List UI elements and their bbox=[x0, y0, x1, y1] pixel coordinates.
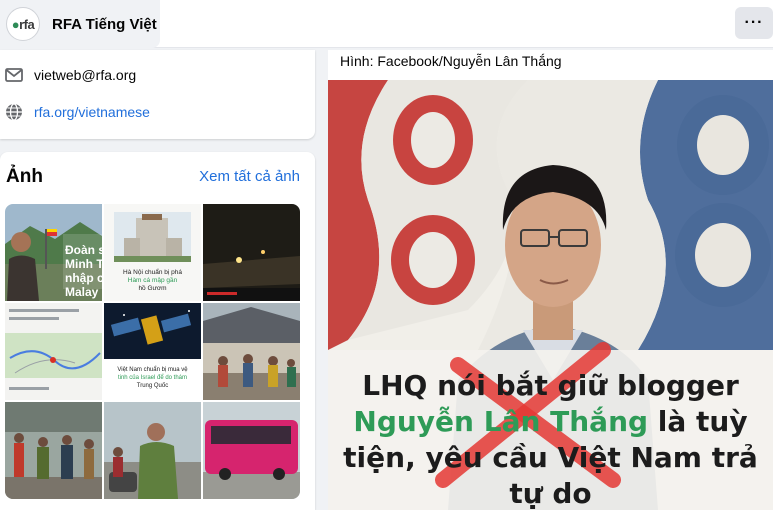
tile-5-caption-3: Trung Quốc bbox=[137, 383, 168, 389]
tile-1-caption-4: Malay bbox=[65, 285, 99, 299]
tile-5-caption-1: Việt Nam chuẩn bị mua vệ bbox=[117, 366, 188, 373]
headline-line-2: Nguyễn Lân Thắng là tuỳ bbox=[328, 404, 773, 440]
post-headline: LHQ nói bắt giữ blogger Nguyễn Lân Thắng… bbox=[328, 368, 773, 510]
post-area: Hình: Facebook/Nguyễn Lân Thắng LHQ nói … bbox=[328, 50, 773, 510]
photo-tile-6[interactable] bbox=[203, 303, 300, 400]
headline-line-2-rest: là tuỳ bbox=[648, 405, 748, 438]
photo-tile-7[interactable] bbox=[5, 402, 102, 499]
tile-2-caption-1: Hà Nội chuẩn bị phá bbox=[123, 268, 182, 276]
tile-1-caption-2: Minh T bbox=[65, 257, 102, 271]
page-name: RFA Tiếng Việt bbox=[52, 15, 157, 33]
tile-2-caption-2: Hàm cá mập gần bbox=[128, 275, 178, 284]
post-image[interactable]: LHQ nói bắt giữ blogger Nguyễn Lân Thắng… bbox=[328, 80, 773, 510]
email-row[interactable]: vietweb@rfa.org bbox=[5, 66, 136, 84]
photos-title: Ảnh bbox=[6, 166, 43, 187]
globe-icon bbox=[5, 103, 23, 121]
email-text: vietweb@rfa.org bbox=[34, 67, 137, 83]
headline-blogger-name: Nguyễn Lân Thắng bbox=[353, 405, 649, 438]
tile-1-caption-1: Đoàn s bbox=[65, 243, 102, 257]
page-header-chip[interactable]: ● rfa RFA Tiếng Việt bbox=[0, 0, 160, 48]
photo-tile-2[interactable]: Hà Nội chuẩn bị phá Hàm cá mập gần hồ Gư… bbox=[104, 204, 201, 301]
photo-grid: Đoàn s Minh T nhập c Malay Hà Nội chuẩn … bbox=[5, 204, 300, 499]
headline-line-1: LHQ nói bắt giữ blogger bbox=[362, 369, 739, 402]
intro-card: vietweb@rfa.org rfa.org/vietnamese bbox=[0, 50, 315, 139]
headline-line-4: tự do bbox=[509, 477, 592, 510]
logo-text: rfa bbox=[19, 16, 35, 32]
mail-icon bbox=[5, 66, 23, 84]
post-caption: Hình: Facebook/Nguyễn Lân Thắng bbox=[340, 53, 562, 69]
headline-line-3: tiện, yêu cầu Việt Nam trả bbox=[343, 441, 758, 474]
top-bar: ● rfa RFA Tiếng Việt ··· bbox=[0, 0, 773, 48]
photos-card: Ảnh Xem tất cả ảnh Đoàn s Minh T nhập c … bbox=[0, 152, 315, 510]
photo-tile-9[interactable] bbox=[203, 402, 300, 499]
website-link[interactable]: rfa.org/vietnamese bbox=[34, 104, 150, 120]
photo-tile-3[interactable] bbox=[203, 204, 300, 301]
photo-tile-4[interactable] bbox=[5, 303, 102, 400]
logo-mark: ● bbox=[11, 16, 20, 32]
photo-tile-8[interactable] bbox=[104, 402, 201, 499]
rfa-logo: ● rfa bbox=[6, 7, 40, 41]
tile-5-caption-2: tinh của Israel để do thám bbox=[118, 374, 187, 381]
see-all-photos-link[interactable]: Xem tất cả ảnh bbox=[199, 168, 300, 185]
more-options-button[interactable]: ··· bbox=[735, 7, 773, 39]
tile-2-caption-3: hồ Gươm bbox=[138, 283, 166, 292]
photo-tile-5[interactable]: Việt Nam chuẩn bị mua vệ tinh của Israel… bbox=[104, 303, 201, 400]
tile-1-caption-3: nhập c bbox=[65, 271, 102, 285]
photo-tile-1[interactable]: Đoàn s Minh T nhập c Malay bbox=[5, 204, 102, 301]
website-row[interactable]: rfa.org/vietnamese bbox=[5, 103, 150, 121]
